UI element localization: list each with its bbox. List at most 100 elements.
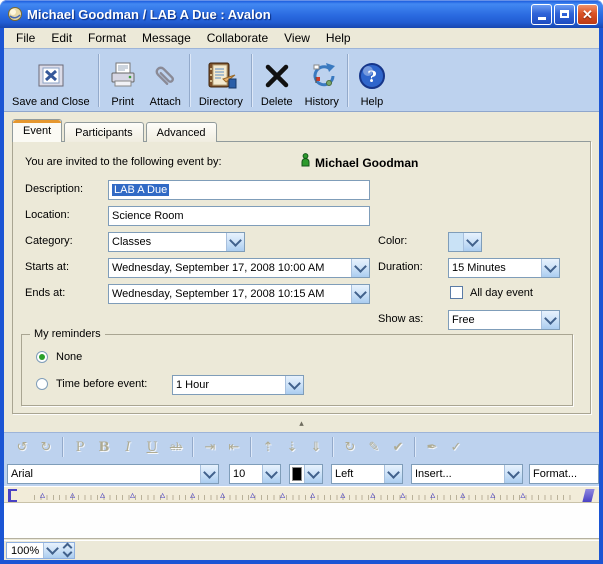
space-above-icon[interactable]: ⇡ bbox=[256, 440, 280, 455]
selected-text: LAB A Due bbox=[112, 184, 169, 196]
font-family-select[interactable]: Arial bbox=[7, 464, 219, 484]
minimize-button[interactable] bbox=[531, 4, 552, 25]
zoom-control[interactable]: 100% bbox=[6, 542, 75, 559]
left-margin-marker[interactable] bbox=[8, 489, 17, 502]
zoom-spinner[interactable] bbox=[61, 543, 74, 558]
reminder-time-radio[interactable] bbox=[36, 378, 48, 390]
tab-event[interactable]: Event bbox=[12, 119, 62, 142]
delete-button[interactable]: Delete bbox=[255, 52, 299, 109]
content-area: Event Participants Advanced You are invi… bbox=[4, 112, 599, 540]
tab-strip: Event Participants Advanced bbox=[12, 119, 219, 141]
close-button[interactable]: ✕ bbox=[577, 4, 598, 25]
menu-view[interactable]: View bbox=[276, 29, 318, 47]
font-size-select[interactable]: 10 bbox=[229, 464, 281, 484]
app-icon bbox=[7, 6, 23, 22]
history-button[interactable]: History bbox=[299, 52, 345, 109]
ruler-tabstops[interactable]: ▵▵▵▵▵▵▵▵▵▵▵▵▵▵▵▵▵ bbox=[40, 490, 550, 501]
chevron-down-icon bbox=[541, 311, 559, 329]
main-toolbar: Save and Close Print bbox=[4, 48, 599, 112]
history-icon bbox=[306, 59, 338, 93]
alignment-select[interactable]: Left bbox=[331, 464, 403, 484]
toolbar-separator bbox=[189, 54, 191, 107]
color-select[interactable] bbox=[448, 232, 482, 252]
chevron-down-icon bbox=[384, 465, 402, 483]
ends-at-select[interactable]: Wednesday, September 17, 2008 10:15 AM bbox=[108, 284, 370, 304]
chevron-down-icon bbox=[262, 465, 280, 483]
attach-button[interactable]: Attach bbox=[144, 52, 187, 109]
signature-icon[interactable]: ✒ bbox=[420, 440, 444, 455]
reminder-none-radio[interactable] bbox=[36, 351, 48, 363]
attach-icon bbox=[150, 59, 180, 93]
ruler[interactable]: ▵▵▵▵▵▵▵▵▵▵▵▵▵▵▵▵▵ bbox=[4, 486, 599, 503]
toolbar-separator bbox=[414, 437, 416, 457]
help-button[interactable]: ? Help bbox=[351, 52, 393, 109]
maximize-button[interactable] bbox=[554, 4, 575, 25]
save-and-close-button[interactable]: Save and Close bbox=[6, 52, 96, 109]
tab-advanced[interactable]: Advanced bbox=[146, 122, 217, 142]
message-body[interactable] bbox=[4, 503, 599, 539]
quote-icon[interactable]: ✎ bbox=[362, 440, 386, 455]
delete-icon bbox=[263, 59, 291, 93]
svg-text:?: ? bbox=[367, 67, 376, 86]
person-icon bbox=[301, 153, 310, 172]
underline-icon[interactable]: U bbox=[140, 440, 164, 455]
directory-button[interactable]: Directory bbox=[193, 52, 249, 109]
starts-at-label: Starts at: bbox=[25, 261, 69, 273]
window-frame: File Edit Format Message Collaborate Vie… bbox=[4, 28, 599, 560]
undo-icon[interactable]: ↺ bbox=[10, 440, 34, 455]
print-button[interactable]: Print bbox=[102, 52, 144, 109]
location-input[interactable]: Science Room bbox=[108, 206, 370, 226]
toolbar-separator bbox=[98, 54, 100, 107]
menu-help[interactable]: Help bbox=[318, 29, 359, 47]
all-day-checkbox[interactable] bbox=[450, 286, 463, 299]
text-color-swatch bbox=[292, 467, 302, 481]
indent-icon[interactable]: ⇥ bbox=[198, 440, 222, 455]
chevron-down-icon bbox=[285, 376, 303, 394]
menu-collaborate[interactable]: Collaborate bbox=[199, 29, 276, 47]
reminder-time-select[interactable]: 1 Hour bbox=[172, 375, 304, 395]
redo-icon[interactable]: ↻ bbox=[34, 440, 58, 455]
move-down-icon[interactable]: ⇓ bbox=[304, 440, 328, 455]
chevron-down-icon bbox=[351, 259, 369, 277]
approve-icon[interactable]: ✔ bbox=[386, 440, 410, 455]
tab-participants[interactable]: Participants bbox=[64, 122, 143, 142]
chevron-down-icon bbox=[504, 465, 522, 483]
format-select[interactable]: Format... bbox=[529, 464, 599, 484]
insert-select[interactable]: Insert... bbox=[411, 464, 523, 484]
description-label: Description: bbox=[25, 183, 83, 195]
window-title: Michael Goodman / LAB A Due : Avalon bbox=[27, 7, 531, 22]
zoom-value: 100% bbox=[7, 545, 43, 557]
category-label: Category: bbox=[25, 235, 73, 247]
menu-file[interactable]: File bbox=[8, 29, 43, 47]
menu-message[interactable]: Message bbox=[134, 29, 199, 47]
my-reminders-label: My reminders bbox=[30, 328, 105, 340]
toolbar-separator bbox=[62, 437, 64, 457]
menu-format[interactable]: Format bbox=[80, 29, 134, 47]
chevron-down-icon bbox=[200, 465, 218, 483]
chevron-down-icon bbox=[351, 285, 369, 303]
toolbar-separator bbox=[250, 437, 252, 457]
duration-select[interactable]: 15 Minutes bbox=[448, 258, 560, 278]
outdent-icon[interactable]: ⇤ bbox=[222, 440, 246, 455]
plain-style-icon[interactable]: P bbox=[68, 440, 92, 455]
directory-icon bbox=[205, 59, 237, 93]
chevron-down-icon bbox=[463, 233, 481, 251]
bold-icon[interactable]: B bbox=[92, 440, 116, 455]
toolbar-separator bbox=[347, 54, 349, 107]
text-color-select[interactable] bbox=[289, 464, 323, 484]
reminder-time-label: Time before event: bbox=[56, 378, 147, 390]
space-below-icon[interactable]: ⇣ bbox=[280, 440, 304, 455]
menu-edit[interactable]: Edit bbox=[43, 29, 80, 47]
strikethrough-icon[interactable]: ab bbox=[164, 442, 188, 453]
category-select[interactable]: Classes bbox=[108, 232, 245, 252]
spellcheck-icon[interactable]: ✓ bbox=[444, 440, 468, 455]
pane-splitter[interactable]: ▴ bbox=[4, 414, 599, 432]
right-margin-marker[interactable] bbox=[582, 489, 594, 502]
revert-icon[interactable]: ↻ bbox=[338, 440, 362, 455]
starts-at-select[interactable]: Wednesday, September 17, 2008 10:00 AM bbox=[108, 258, 370, 278]
reminder-none-label: None bbox=[56, 351, 82, 363]
description-input[interactable]: LAB A Due bbox=[108, 180, 370, 200]
italic-icon[interactable]: I bbox=[116, 440, 140, 455]
show-as-select[interactable]: Free bbox=[448, 310, 560, 330]
print-icon bbox=[108, 59, 138, 93]
